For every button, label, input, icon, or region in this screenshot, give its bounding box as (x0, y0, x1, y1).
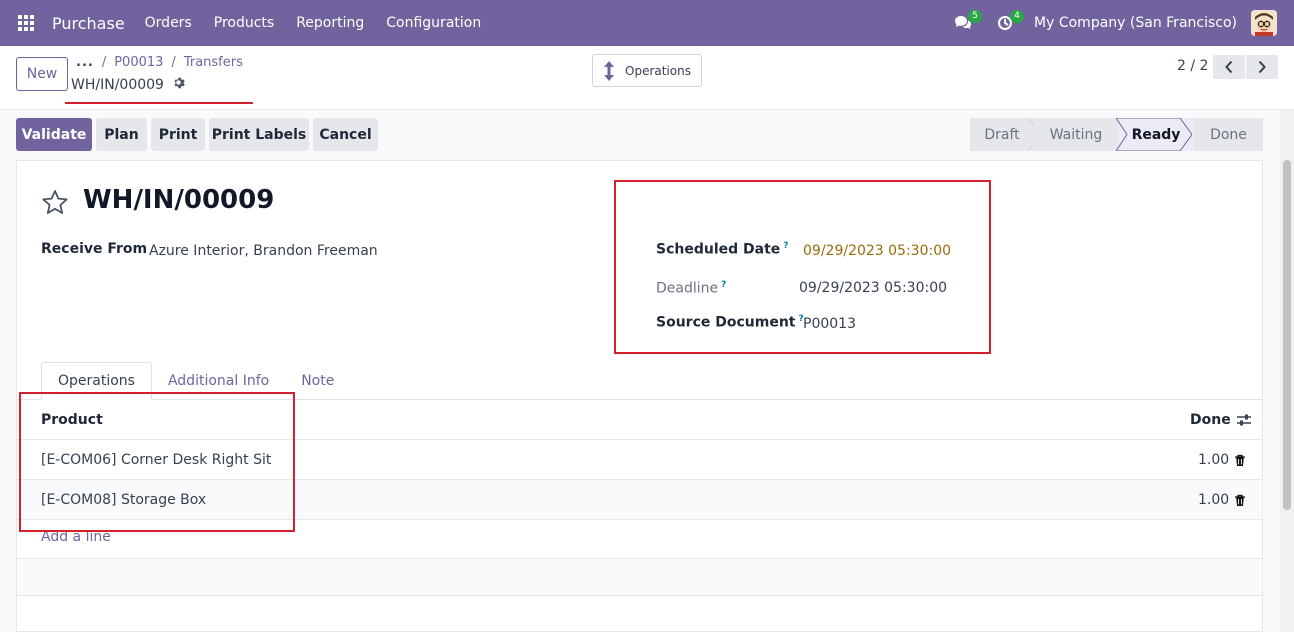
receive-from-value[interactable]: Azure Interior, Brandon Freeman (149, 243, 378, 259)
stage-done-label: Done (1210, 126, 1247, 143)
record-title: WH/IN/00009 (71, 76, 185, 93)
menu-orders[interactable]: Orders (145, 15, 192, 31)
menu-configuration[interactable]: Configuration (386, 15, 481, 31)
chevron-left-icon (1224, 60, 1234, 74)
arrows-updown-icon (603, 60, 615, 82)
validate-button[interactable]: Validate (16, 118, 92, 151)
scrollbar-thumb[interactable] (1283, 160, 1291, 510)
menu-products[interactable]: Products (214, 15, 274, 31)
help-icon[interactable]: ? (783, 241, 788, 251)
pager-value[interactable]: 2 / 2 (1177, 58, 1208, 74)
deadline-value: 09/29/2023 05:30:00 (799, 280, 948, 296)
done-qty-cell: 1.00 (1198, 452, 1230, 468)
breadcrumb: ... / P00013 / Transfers (76, 55, 243, 70)
deadline-label: Deadline? (656, 280, 727, 297)
trash-icon[interactable] (1234, 440, 1246, 480)
stage-ready-label: Ready (1131, 126, 1181, 143)
activities-icon[interactable]: 4 (992, 0, 1025, 46)
scheduled-date-label: Scheduled Date? (656, 241, 789, 258)
activities-badge: 4 (1010, 10, 1025, 23)
app-name[interactable]: Purchase (52, 14, 125, 33)
cancel-button[interactable]: Cancel (313, 118, 378, 151)
source-document-value[interactable]: P00013 (803, 316, 856, 332)
source-document-label: Source Document? (656, 314, 804, 331)
table-footer-row (17, 558, 1262, 596)
breadcrumb-purchase-order[interactable]: P00013 (114, 55, 163, 70)
form-title: WH/IN/00009 (83, 185, 275, 215)
trash-icon[interactable] (1234, 480, 1246, 520)
chevron-right-icon (1257, 60, 1267, 74)
pager-next-button[interactable] (1246, 55, 1278, 79)
user-avatar[interactable] (1251, 10, 1277, 36)
gear-icon[interactable] (172, 76, 185, 93)
highlight-box-products (19, 392, 295, 532)
status-bar: Draft Waiting Ready Done (970, 118, 1263, 151)
scheduled-date-value[interactable]: 09/29/2023 05:30:00 (803, 243, 951, 259)
print-labels-button[interactable]: Print Labels (209, 118, 309, 151)
messages-badge: 5 (968, 10, 983, 23)
print-button[interactable]: Print (151, 118, 205, 151)
done-qty-cell: 1.00 (1198, 492, 1230, 508)
receive-from-label: Receive From (41, 241, 148, 257)
new-button[interactable]: New (16, 57, 68, 91)
stage-ready[interactable]: Ready (1116, 118, 1194, 151)
top-navbar: Purchase Orders Products Reporting Confi… (0, 0, 1294, 46)
breadcrumb-more[interactable]: ... (76, 55, 94, 70)
stage-done[interactable]: Done (1194, 118, 1263, 151)
messages-icon[interactable]: 5 (950, 0, 983, 46)
star-icon[interactable] (41, 189, 69, 219)
pager-previous-button[interactable] (1213, 55, 1245, 79)
apps-menu-icon[interactable] (0, 0, 52, 46)
stage-waiting[interactable]: Waiting (1034, 118, 1118, 151)
company-switcher[interactable]: My Company (San Francisco) (1034, 15, 1237, 31)
breadcrumb-transfers[interactable]: Transfers (184, 55, 243, 70)
highlight-underline (65, 102, 253, 104)
plan-button[interactable]: Plan (96, 118, 147, 151)
column-header-done[interactable]: Done (1190, 400, 1231, 440)
page-scrollbar[interactable] (1280, 110, 1294, 632)
help-icon[interactable]: ? (721, 280, 726, 290)
optional-columns-icon[interactable] (1236, 400, 1252, 440)
record-name: WH/IN/00009 (71, 76, 164, 93)
control-panel: New ... / P00013 / Transfers WH/IN/00009… (0, 46, 1294, 110)
stage-waiting-label: Waiting (1049, 126, 1103, 143)
form-sheet: WH/IN/00009 Receive From Azure Interior,… (16, 160, 1263, 632)
stage-draft-label: Draft (984, 126, 1020, 143)
stage-draft[interactable]: Draft (970, 118, 1034, 151)
operations-smart-button[interactable]: Operations (592, 54, 702, 87)
operations-label: Operations (625, 63, 691, 78)
menu-reporting[interactable]: Reporting (296, 15, 364, 31)
